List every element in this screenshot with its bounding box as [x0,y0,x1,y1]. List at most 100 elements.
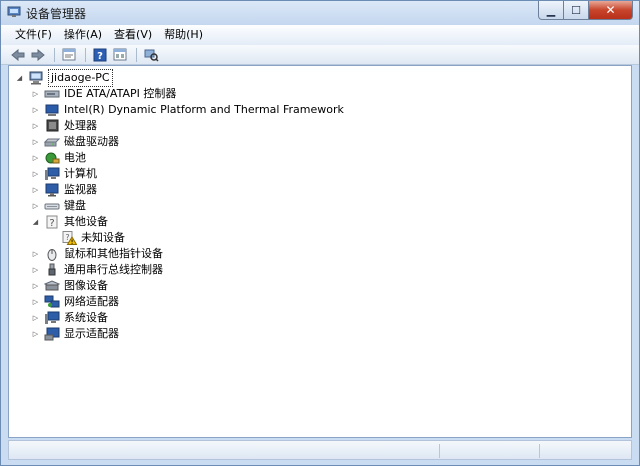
computer-icon [45,167,60,180]
imaging-device-icon [44,280,60,291]
tree-item-label: 处理器 [64,119,97,132]
svg-text:?: ? [97,51,103,62]
expand-arrow-icon[interactable]: ▷ [31,298,40,307]
expand-arrow-icon[interactable]: ▷ [31,202,40,211]
menu-action[interactable]: 操作(A) [58,25,108,45]
tree-item[interactable]: ▷ 磁盘驱动器 [31,134,119,150]
other-devices-icon: ? [46,215,58,229]
expand-arrow-icon[interactable]: ▷ [31,282,40,291]
device-manager-icon [7,6,21,17]
window-title: 设备管理器 [26,7,87,21]
tree-item-expanded[interactable]: ◢ ? 其他设备 [31,214,108,230]
tree-item[interactable]: ▷ 键盘 [31,198,86,214]
close-icon: ✕ [605,3,616,17]
properties-icon [62,48,76,61]
intel-framework-icon [45,104,59,116]
battery-icon [45,152,60,164]
tree-item-label: 监视器 [64,183,97,196]
back-button[interactable] [9,47,27,63]
menu-file[interactable]: 文件(F) [9,25,58,45]
device-manager-window: 设备管理器 ▁ ☐ ✕ 文件(F) 操作(A) 查看(V) 帮助(H) ? ◢ … [0,0,640,466]
tree-item[interactable]: ▷ Intel(R) Dynamic Platform and Thermal … [31,102,344,118]
tree-item[interactable]: ▷ 系统设备 [31,310,108,326]
tree-item[interactable]: ▷ IDE ATA/ATAPI 控制器 [31,86,177,102]
svg-text:?: ? [65,233,69,242]
disk-drive-icon [44,138,60,147]
system-device-icon [45,311,60,324]
ide-controller-icon [44,90,60,98]
usb-controller-icon [48,263,56,276]
tree-item[interactable]: ▷ 网络适配器 [31,294,119,310]
toolbar-separator [54,47,55,62]
tree-item-label: 图像设备 [64,279,108,292]
computer-icon [29,71,43,85]
tree-item[interactable]: ▷ 图像设备 [31,278,108,294]
tree-item[interactable]: ▷ 处理器 [31,118,97,134]
tree-item-label: IDE ATA/ATAPI 控制器 [64,87,177,100]
view-button[interactable] [111,47,129,63]
tree-item-label: 网络适配器 [64,295,119,308]
collapse-arrow-icon[interactable]: ◢ [15,74,24,83]
scan-hardware-icon [144,49,159,62]
expand-arrow-icon[interactable]: ▷ [31,122,40,131]
network-adapter-icon [44,295,60,308]
tree-child-item[interactable]: ? 未知设备 [61,230,125,246]
monitor-icon [45,183,59,197]
title-bar[interactable]: 设备管理器 ▁ ☐ ✕ [1,1,639,25]
tree-item[interactable]: ▷ 电池 [31,150,86,166]
device-tree[interactable]: ◢ jidaoge-PC ▷ IDE ATA/ATAPI 控制器 ▷ Intel… [8,65,632,438]
maximize-button[interactable]: ☐ [564,1,589,20]
keyboard-icon [44,203,60,210]
view-icon [113,48,127,61]
tree-item-label: 其他设备 [64,215,108,228]
status-separator [539,444,540,458]
properties-button[interactable] [60,47,78,63]
svg-text:?: ? [49,218,54,229]
minimize-button[interactable]: ▁ [538,1,564,20]
collapse-arrow-icon[interactable]: ◢ [31,218,40,227]
processor-icon [46,119,59,132]
expand-arrow-icon[interactable]: ▷ [31,186,40,195]
status-separator [439,444,440,458]
window-controls: ▁ ☐ ✕ [538,1,633,20]
back-icon [11,48,25,61]
tree-item[interactable]: ▷ 计算机 [31,166,97,182]
maximize-icon: ☐ [571,3,581,17]
tree-root[interactable]: ◢ jidaoge-PC [15,69,113,87]
tree-item-label: Intel(R) Dynamic Platform and Thermal Fr… [64,103,344,116]
computer-name: jidaoge-PC [48,69,113,87]
tree-item[interactable]: ▷ 通用串行总线控制器 [31,262,163,278]
forward-button[interactable] [29,47,47,63]
unknown-device-warning-icon: ? [62,231,77,245]
tree-item[interactable]: ▷ 鼠标和其他指针设备 [31,246,163,262]
toolbar-separator [136,47,137,62]
menu-view[interactable]: 查看(V) [108,25,158,45]
expand-arrow-icon[interactable]: ▷ [31,266,40,275]
status-bar [8,440,632,460]
expand-arrow-icon[interactable]: ▷ [31,170,40,179]
forward-icon [31,48,45,61]
expand-arrow-icon[interactable]: ▷ [31,330,40,339]
expand-arrow-icon[interactable]: ▷ [31,106,40,115]
minimize-icon: ▁ [546,3,556,17]
tree-item-label: 系统设备 [64,311,108,324]
tree-item-label: 显示适配器 [64,327,119,340]
menu-bar: 文件(F) 操作(A) 查看(V) 帮助(H) [1,25,639,45]
tree-item-label: 未知设备 [81,231,125,244]
mouse-icon [47,249,57,261]
scan-hardware-button[interactable] [142,47,160,63]
expand-arrow-icon[interactable]: ▷ [31,314,40,323]
tree-item-label: 电池 [64,151,86,164]
close-button[interactable]: ✕ [589,1,633,20]
tree-item[interactable]: ▷ 监视器 [31,182,97,198]
help-button[interactable]: ? [91,47,109,63]
menu-help[interactable]: 帮助(H) [158,25,209,45]
tree-item-label: 键盘 [64,199,86,212]
toolbar: ? [1,45,639,65]
tree-item[interactable]: ▷ 显示适配器 [31,326,119,342]
expand-arrow-icon[interactable]: ▷ [31,250,40,259]
expand-arrow-icon[interactable]: ▷ [31,90,40,99]
expand-arrow-icon[interactable]: ▷ [31,138,40,147]
toolbar-separator [85,47,86,62]
expand-arrow-icon[interactable]: ▷ [31,154,40,163]
